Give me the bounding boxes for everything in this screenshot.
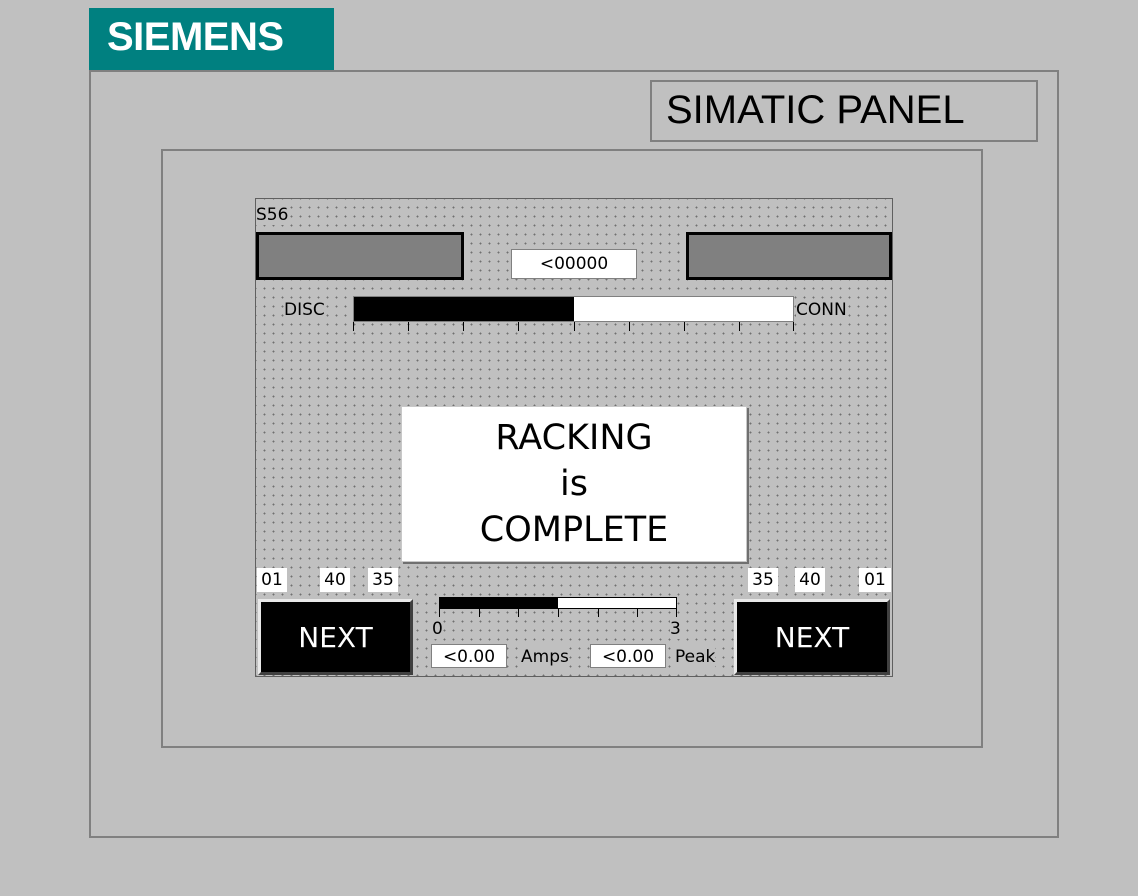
peak-value-field: <0.00 [590,644,666,668]
position-tick [408,322,410,331]
amps-tick [518,608,520,617]
right-value-2: 40 [795,568,825,592]
amps-scale-ticks [439,608,677,618]
next-right-button[interactable]: NEXT [734,599,890,675]
left-value-2: 40 [320,568,350,592]
amps-scale-min: 0 [432,619,443,639]
right-value-3: 01 [859,568,891,592]
amps-tick [637,608,639,617]
message-line-1: RACKING [495,418,653,458]
right-status-indicator [686,232,892,280]
amps-scale-max: 3 [670,619,681,639]
position-tick [353,322,354,331]
amps-tick [558,608,559,617]
amps-bar-fill [440,598,558,608]
position-scale-ticks [353,322,794,334]
message-line-3: COMPLETE [479,510,669,550]
left-value-3: 35 [368,568,398,592]
amps-tick [439,608,440,617]
position-tick [683,322,685,331]
simatic-panel-label: SIMATIC PANEL [650,80,1038,142]
amps-tick [478,608,480,617]
peak-unit-label: Peak [675,646,716,668]
amps-tick [597,608,599,617]
counter-display: <00000 [511,249,637,279]
status-message-box: RACKING is COMPLETE [401,406,747,562]
position-tick [518,322,520,331]
position-progress-bar [353,296,794,322]
position-tick [463,322,465,331]
amps-tick [676,608,677,617]
disc-label: DISC [284,299,325,321]
station-id-label: S56 [256,205,291,225]
left-value-1: 01 [257,568,287,592]
amps-value-field: <0.00 [431,644,507,668]
siemens-logo: SIEMENS [89,8,334,70]
right-value-1: 35 [748,568,778,592]
left-status-indicator [256,232,464,280]
next-left-button[interactable]: NEXT [258,599,413,675]
position-progress-fill [354,297,574,321]
position-tick [628,322,630,331]
message-line-2: is [560,464,588,504]
position-tick [793,322,794,331]
conn-label: CONN [796,299,847,321]
amps-unit-label: Amps [521,646,569,668]
hmi-screen: S56 <00000 DISC CONN RACKING is COMPLETE… [255,198,893,677]
position-tick [738,322,740,331]
position-tick [573,322,575,331]
